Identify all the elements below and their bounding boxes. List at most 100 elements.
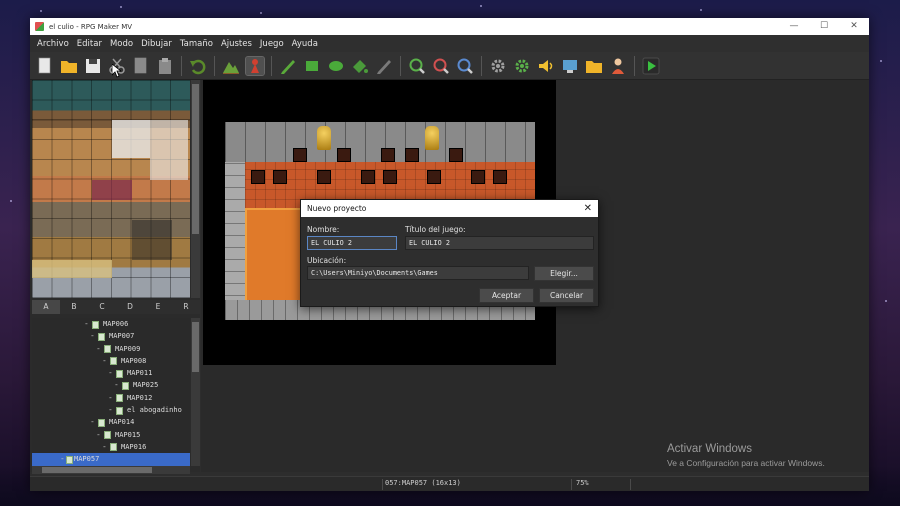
zoom-out-icon: [433, 58, 449, 74]
open-project-icon: [61, 60, 77, 73]
dialog-close-button[interactable]: ✕: [584, 200, 592, 217]
copy-button[interactable]: [132, 57, 150, 75]
maximize-button[interactable]: ☐: [809, 18, 839, 35]
menu-juego[interactable]: Juego: [256, 39, 288, 49]
map-icon: [104, 431, 111, 440]
zoom-actual-button[interactable]: [456, 57, 474, 75]
event-searcher-button[interactable]: [561, 57, 579, 75]
expand-toggle-icon[interactable]: -: [90, 330, 95, 342]
tab-d[interactable]: D: [116, 300, 144, 314]
menu-archivo[interactable]: Archivo: [33, 39, 73, 49]
map-tree-item[interactable]: - MAP009: [32, 343, 190, 355]
expand-toggle-icon[interactable]: -: [60, 453, 65, 465]
new-project-icon: [38, 57, 51, 73]
plugin-manager-button[interactable]: [513, 57, 531, 75]
expand-toggle-icon[interactable]: -: [96, 343, 101, 355]
ellipse-button[interactable]: [327, 57, 345, 75]
cancel-button[interactable]: Cancelar: [539, 288, 594, 303]
event-searcher-icon: [563, 59, 577, 73]
map-tree-label: MAP006: [103, 320, 129, 328]
tileset-scrollbar[interactable]: [191, 80, 200, 298]
map-tree-item[interactable]: - MAP012: [32, 392, 190, 404]
expand-toggle-icon[interactable]: -: [102, 441, 107, 453]
map-tree-label: MAP016: [121, 442, 147, 451]
zoom-out-button[interactable]: [432, 57, 450, 75]
expand-toggle-icon[interactable]: -: [102, 355, 107, 367]
map-tree-hscrollbar[interactable]: [32, 466, 190, 474]
undo-button[interactable]: [189, 57, 207, 75]
expand-toggle-icon[interactable]: -: [84, 318, 89, 330]
toolbar-separator: [181, 55, 182, 76]
save-project-button[interactable]: [84, 57, 102, 75]
map-mode-button[interactable]: [222, 57, 240, 75]
pencil-button[interactable]: [279, 57, 297, 75]
expand-toggle-icon[interactable]: -: [108, 392, 113, 404]
location-input[interactable]: C:\Users\Miniyo\Documents\Games: [307, 266, 529, 280]
choose-location-button[interactable]: Elegir...: [534, 266, 594, 281]
expand-toggle-icon[interactable]: -: [96, 429, 101, 441]
map-icon: [116, 406, 123, 415]
tab-e[interactable]: E: [144, 300, 172, 314]
zoom-in-button[interactable]: [408, 57, 426, 75]
map-icon: [110, 443, 117, 452]
rectangle-button[interactable]: [303, 57, 321, 75]
name-label: Nombre:: [307, 225, 340, 234]
project-name-input[interactable]: EL CULIO 2: [307, 236, 397, 250]
playtest-button[interactable]: [642, 57, 660, 75]
game-title-input[interactable]: EL CULIO 2: [405, 236, 594, 250]
menu-modo[interactable]: Modo: [106, 39, 137, 49]
map-tree-item[interactable]: - MAP025: [32, 379, 190, 391]
tileset-palette[interactable]: [32, 80, 190, 298]
watermark-subtitle: Ve a Configuración para activar Windows.: [667, 458, 825, 468]
playtest-icon: [642, 57, 660, 74]
map-tree-item[interactable]: - MAP015: [32, 429, 190, 441]
menu-ajustes[interactable]: Ajustes: [217, 39, 256, 49]
map-tree-item[interactable]: - MAP007: [32, 330, 190, 342]
close-window-button[interactable]: ✕: [839, 18, 869, 35]
open-project-button[interactable]: [60, 57, 78, 75]
expand-toggle-icon[interactable]: -: [108, 404, 113, 416]
status-zoom: 75%: [576, 479, 589, 487]
map-icon: [66, 455, 73, 464]
windows-activation-watermark: Activar Windows Ve a Configuración para …: [667, 443, 825, 468]
map-icon: [98, 332, 105, 341]
map-tree-item[interactable]: - MAP006: [32, 318, 190, 330]
shadow-pen-button[interactable]: [375, 57, 393, 75]
status-bar: 057:MAP057 (16x13) 75%: [30, 476, 869, 491]
menu-dibujar[interactable]: Dibujar: [137, 39, 176, 49]
character-generator-button[interactable]: [609, 57, 627, 75]
menu-tamano[interactable]: Tamaño: [176, 39, 217, 49]
map-tree-item[interactable]: - MAP057: [32, 453, 190, 466]
resource-manager-button[interactable]: [585, 57, 603, 75]
tab-r[interactable]: R: [172, 300, 200, 314]
expand-toggle-icon[interactable]: -: [90, 416, 95, 428]
toolbar-separator: [400, 55, 401, 76]
map-tree: - MAP006- MAP007- MAP009- MAP008- MAP011- MAP0…: [32, 318, 190, 466]
expand-toggle-icon[interactable]: -: [114, 379, 119, 391]
menu-editar[interactable]: Editar: [73, 39, 106, 49]
sound-test-button[interactable]: [537, 57, 555, 75]
tab-c[interactable]: C: [88, 300, 116, 314]
minimize-button[interactable]: —: [779, 18, 809, 35]
map-tree-label: MAP014: [109, 418, 135, 427]
menu-ayuda[interactable]: Ayuda: [288, 39, 322, 49]
map-tree-item[interactable]: - MAP011: [32, 367, 190, 379]
map-tree-item[interactable]: - MAP016: [32, 441, 190, 453]
tab-b[interactable]: B: [60, 300, 88, 314]
map-tree-item[interactable]: - MAP008: [32, 355, 190, 367]
left-panel: A B C D E R - MAP006- MAP007- MAP009- MAP008…: [30, 80, 200, 474]
event-mode-button[interactable]: [245, 55, 265, 76]
new-project-button[interactable]: [36, 57, 54, 75]
map-tree-item[interactable]: - MAP014: [32, 416, 190, 428]
paste-button[interactable]: [156, 57, 174, 75]
map-tree-item[interactable]: - el abogadinho: [32, 404, 190, 416]
fill-button[interactable]: [351, 57, 369, 75]
map-tree-scrollbar[interactable]: [191, 318, 200, 466]
expand-toggle-icon[interactable]: -: [108, 367, 113, 379]
database-button[interactable]: [489, 57, 507, 75]
map-icon: [104, 345, 111, 354]
menu-bar: Archivo Editar Modo Dibujar Tamaño Ajust…: [30, 35, 869, 52]
toolbar-separator: [634, 55, 635, 76]
accept-button[interactable]: Aceptar: [479, 288, 534, 303]
tab-a[interactable]: A: [32, 300, 60, 314]
